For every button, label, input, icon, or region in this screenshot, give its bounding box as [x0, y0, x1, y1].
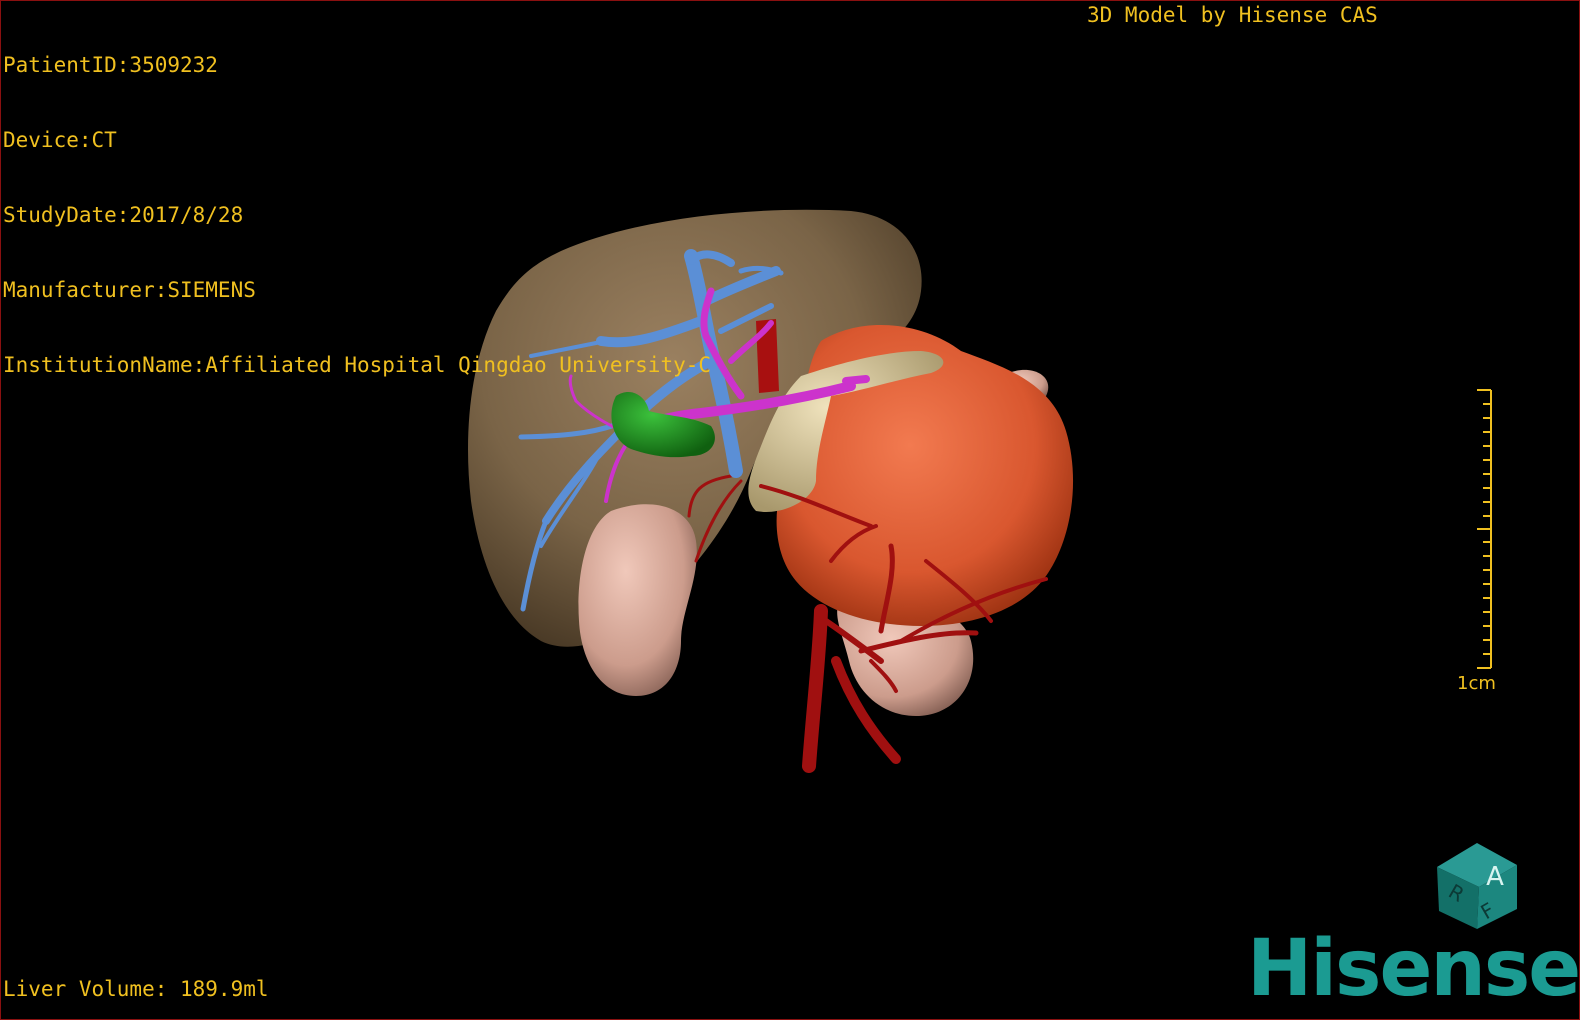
liver-volume-label: Liver Volume: 189.9ml [3, 977, 269, 1001]
right-kidney-model[interactable] [578, 504, 697, 696]
hisense-logo: Hisense [1247, 924, 1580, 1014]
manufacturer-label: Manufacturer:SIEMENS [3, 278, 256, 302]
study-date-label: StudyDate:2017/8/28 [3, 203, 244, 227]
dicom-info-block: PatientID:3509232 Device:CT StudyDate:20… [3, 3, 711, 428]
patient-id-label: PatientID:3509232 [3, 53, 218, 77]
orientation-face-top: A [1486, 862, 1504, 892]
institution-label: InstitutionName:Affiliated Hospital Qing… [3, 353, 712, 377]
render-viewport[interactable]: PatientID:3509232 Device:CT StudyDate:20… [0, 0, 1580, 1020]
orientation-cube-icon[interactable]: A F R [1429, 837, 1525, 933]
model-credit-label: 3D Model by Hisense CAS [1087, 3, 1378, 27]
scale-bar-label: 1cm [1457, 673, 1496, 694]
scale-bar [1477, 389, 1492, 669]
device-label: Device:CT [3, 128, 117, 152]
